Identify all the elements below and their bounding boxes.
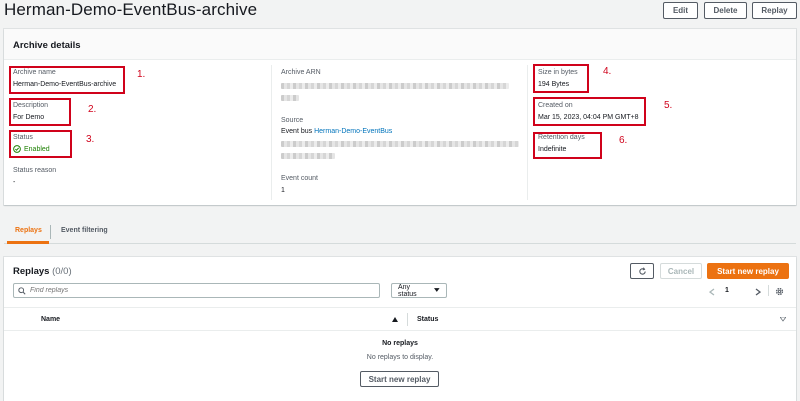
gear-icon[interactable] (775, 287, 784, 296)
archive-details-panel: Archive details Archive name Herman-Demo… (4, 29, 796, 205)
status-reason-value: - (13, 179, 16, 186)
refresh-button[interactable] (630, 263, 654, 279)
delete-button[interactable]: Delete (704, 2, 747, 19)
start-new-replay-button[interactable]: Start new replay (707, 263, 789, 279)
annotation-box (9, 130, 72, 158)
search-field[interactable] (13, 283, 380, 298)
replays-count: (0/0) (52, 266, 72, 277)
sort-icon[interactable] (780, 317, 786, 322)
status-filter-select[interactable]: Any status (391, 283, 447, 298)
column-divider (271, 65, 272, 200)
chevron-right-icon[interactable] (755, 288, 761, 296)
annotation-box (9, 98, 71, 126)
empty-start-new-replay-button[interactable]: Start new replay (360, 371, 439, 387)
archive-arn-label: Archive ARN (281, 69, 321, 76)
chevron-left-icon[interactable] (709, 288, 715, 296)
page-number[interactable]: 1 (725, 287, 729, 294)
column-divider (407, 313, 408, 326)
annotation-box (533, 64, 589, 93)
source-value: Event bus Herman-Demo-EventBus (281, 128, 392, 135)
search-icon (18, 286, 26, 295)
annotation-number: 3. (86, 134, 95, 145)
annotation-number: 4. (603, 66, 612, 77)
status-reason-label: Status reason (13, 167, 57, 174)
archive-arn-redacted (281, 83, 509, 89)
pagination-divider (768, 285, 769, 296)
annotation-number: 5. (664, 100, 673, 111)
source-label: Source (281, 117, 304, 124)
status-filter-value: Any status (398, 283, 417, 298)
table-top-border (4, 307, 796, 308)
replays-header: Replays (0/0) (13, 266, 72, 277)
archive-details-header (4, 29, 796, 60)
source-event-bus-link[interactable]: Herman-Demo-EventBus (314, 128, 392, 135)
table-header-border (4, 330, 796, 331)
page-title: Herman-Demo-EventBus-archive (4, 0, 258, 19)
tabs-divider (4, 243, 796, 244)
active-tab-indicator (7, 241, 49, 244)
empty-state-title: No replays (382, 340, 418, 347)
replays-title: Replays (13, 266, 50, 277)
replays-panel: Replays (0/0) Cancel Start new replay An… (4, 257, 796, 401)
annotation-box (9, 66, 125, 94)
replay-button[interactable]: Replay (752, 2, 797, 19)
tab-event-filtering[interactable]: Event filtering (61, 227, 108, 234)
edit-button[interactable]: Edit (663, 2, 698, 19)
caret-down-icon (434, 288, 440, 292)
search-input[interactable] (30, 287, 330, 294)
column-divider (527, 65, 528, 200)
source-arn-redacted (281, 153, 335, 159)
annotation-box (533, 132, 602, 159)
column-header-status[interactable]: Status (417, 316, 438, 323)
cancel-button[interactable]: Cancel (660, 263, 702, 279)
archive-arn-redacted (281, 95, 299, 101)
tab-replays[interactable]: Replays (15, 227, 42, 234)
archive-details-title: Archive details (13, 40, 81, 51)
empty-state-text: No replays to display. (366, 354, 434, 361)
source-arn-redacted (281, 141, 519, 147)
sort-ascending-icon[interactable] (392, 317, 398, 322)
event-count-label: Event count (281, 175, 318, 182)
tab-separator (50, 225, 51, 239)
event-count-value: 1 (281, 187, 285, 194)
annotation-number: 6. (619, 135, 628, 146)
source-prefix: Event bus (281, 128, 313, 135)
annotation-number: 1. (137, 69, 146, 80)
annotation-number: 2. (88, 104, 97, 115)
refresh-icon (638, 266, 646, 275)
column-header-name[interactable]: Name (41, 316, 60, 323)
annotation-box (533, 97, 646, 126)
